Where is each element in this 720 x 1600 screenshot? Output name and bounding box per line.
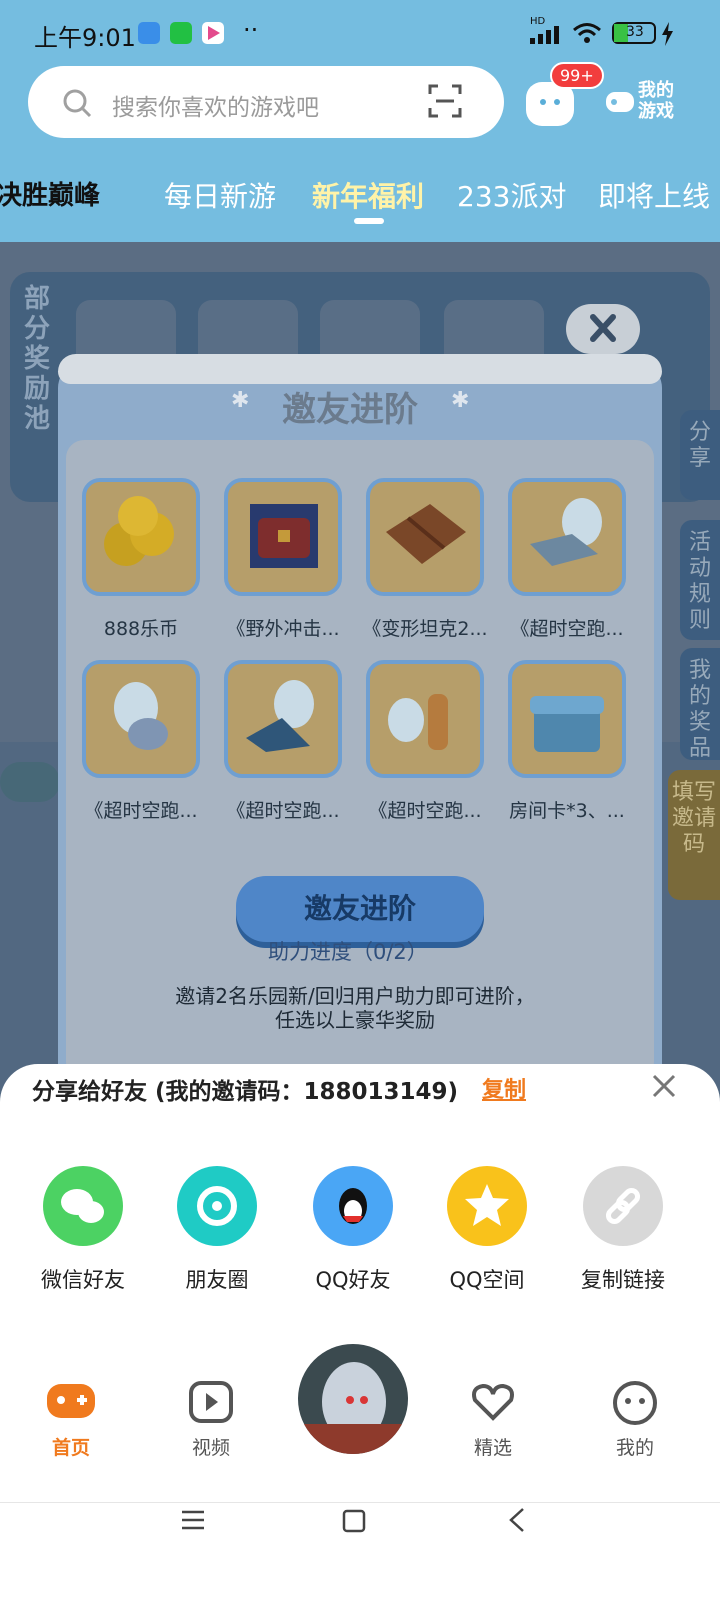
gamepad-icon — [606, 92, 634, 112]
battery-icon: 33 — [612, 22, 656, 44]
modal-title: 邀友进阶 — [282, 390, 418, 430]
my-games-label: 我的 游戏 — [638, 80, 674, 122]
search-icon — [63, 89, 92, 118]
search-placeholder: 搜索你喜欢的游戏吧 — [112, 95, 319, 121]
gamepad-icon — [47, 1384, 95, 1418]
invite-advance-button[interactable]: 邀友进阶 — [236, 876, 484, 942]
status-time: 上午9:01 — [34, 24, 136, 52]
wechat-notification-icon — [170, 22, 192, 44]
candy-egg-icon — [114, 682, 168, 750]
side-tab-invite-code[interactable]: 填写邀请码 — [668, 770, 720, 900]
home-icon[interactable] — [342, 1509, 366, 1533]
message-badge: 99+ — [550, 62, 604, 89]
reward-item[interactable] — [508, 660, 626, 778]
treasure-chest-icon — [250, 504, 318, 568]
nav-video-label: 视频 — [191, 1437, 230, 1459]
reward-item[interactable] — [82, 478, 200, 596]
side-tab-my-prizes[interactable]: 我的奖品 — [680, 648, 720, 761]
qzone-icon — [447, 1166, 527, 1246]
link-icon — [583, 1166, 663, 1246]
scan-icon[interactable] — [428, 84, 462, 118]
share-wechat-button[interactable]: 微信好友 — [28, 1166, 138, 1294]
heart-icon — [472, 1383, 514, 1421]
play-store-notification-icon — [202, 22, 224, 44]
share-wechat-label: 微信好友 — [41, 1268, 125, 1292]
share-qq-label: QQ好友 — [315, 1268, 391, 1292]
reward-label: 房间卡*3、... — [509, 800, 625, 822]
close-cloud-button[interactable] — [566, 304, 640, 354]
battery-level: 33 — [626, 24, 644, 40]
status-bar: 上午9:01 ·· HD 33 — [0, 0, 720, 64]
wechat-icon — [43, 1166, 123, 1246]
nav-featured-label: 精选 — [473, 1437, 512, 1459]
potion-egg-icon — [388, 694, 448, 750]
system-nav-bar — [0, 1502, 720, 1600]
tab-coming-soon[interactable]: 即将上线 — [598, 175, 710, 215]
play-icon — [189, 1381, 233, 1423]
app-notification-icon — [138, 22, 160, 44]
fish-egg-icon — [246, 680, 314, 752]
reward-label: 《超时空跑... — [510, 618, 624, 640]
side-tab-rules[interactable]: 活动规则 — [680, 520, 720, 640]
tab-daily-new-games[interactable]: 每日新游 — [164, 175, 276, 215]
reward-label: 《超时空跑... — [84, 800, 198, 822]
share-qq-button[interactable]: QQ好友 — [298, 1166, 408, 1294]
active-tab-indicator — [354, 218, 384, 224]
reward-item[interactable] — [366, 478, 484, 596]
gift-box-icon — [386, 504, 466, 564]
copy-link-button[interactable]: 复制链接 — [568, 1166, 678, 1294]
message-button[interactable]: 99+ — [526, 62, 604, 126]
progress-text: 助力进度（0/2） — [268, 940, 428, 964]
tab-233-party[interactable]: 233派对 — [457, 175, 566, 215]
reward-label: 《超时空跑... — [368, 800, 482, 822]
nav-mine[interactable]: 我的 — [590, 1380, 680, 1460]
reward-pool-label: 部分奖励池 — [24, 284, 51, 434]
nav-home-label: 首页 — [51, 1437, 90, 1459]
close-icon[interactable] — [650, 1072, 678, 1100]
coins-icon — [104, 496, 174, 566]
share-sheet-title: 分享给好友 (我的邀请码：188013149) — [32, 1079, 459, 1105]
reward-item[interactable] — [224, 660, 342, 778]
back-icon[interactable] — [508, 1507, 526, 1533]
close-icon — [590, 314, 616, 342]
reward-item[interactable] — [82, 660, 200, 778]
avatar[interactable] — [298, 1344, 408, 1454]
reward-item[interactable] — [366, 660, 484, 778]
wifi-icon — [573, 23, 601, 43]
copy-invite-code-link[interactable]: 复制 — [482, 1072, 526, 1104]
copy-link-label: 复制链接 — [581, 1268, 665, 1292]
share-qzone-button[interactable]: QQ空间 — [432, 1166, 542, 1294]
reward-label: 《超时空跑... — [226, 800, 340, 822]
share-moments-label: 朋友圈 — [185, 1268, 249, 1292]
search-bar[interactable]: 搜索你喜欢的游戏吧 — [28, 66, 504, 138]
share-qzone-label: QQ空间 — [449, 1268, 525, 1292]
reward-label: 888乐币 — [103, 618, 179, 640]
moments-icon — [177, 1166, 257, 1246]
room-card-box-icon — [530, 696, 604, 752]
nav-home[interactable]: 首页 — [26, 1380, 116, 1460]
book-egg-icon — [530, 498, 602, 566]
qq-icon — [313, 1166, 393, 1246]
reward-label: 《变形坦克2... — [362, 618, 488, 640]
more-notifications: ·· — [243, 16, 259, 44]
share-moments-button[interactable]: 朋友圈 — [162, 1166, 272, 1294]
charging-icon — [662, 22, 673, 46]
nav-video[interactable]: 视频 — [166, 1380, 256, 1460]
my-games-button[interactable]: 我的 游戏 — [604, 80, 684, 126]
description-line2: 任选以上豪华奖励 — [275, 1008, 435, 1032]
snow-cap — [58, 354, 662, 384]
side-tab-share[interactable]: 分享 — [680, 410, 720, 500]
reward-item[interactable] — [508, 478, 626, 596]
face-icon — [613, 1381, 657, 1425]
nav-featured[interactable]: 精选 — [448, 1380, 538, 1460]
tab-new-year-welfare[interactable]: 新年福利 — [312, 175, 424, 215]
snowflake-left-icon: ✱ — [231, 388, 250, 413]
tab-peak-battle[interactable]: 决胜巅峰 — [0, 175, 100, 212]
menu-icon[interactable] — [180, 1509, 206, 1531]
nav-mine-label: 我的 — [615, 1437, 654, 1459]
reward-item[interactable] — [224, 478, 342, 596]
snowflake-right-icon: ✱ — [451, 388, 470, 413]
signal-icon — [530, 26, 559, 44]
reward-label: 《野外冲击... — [226, 618, 340, 640]
